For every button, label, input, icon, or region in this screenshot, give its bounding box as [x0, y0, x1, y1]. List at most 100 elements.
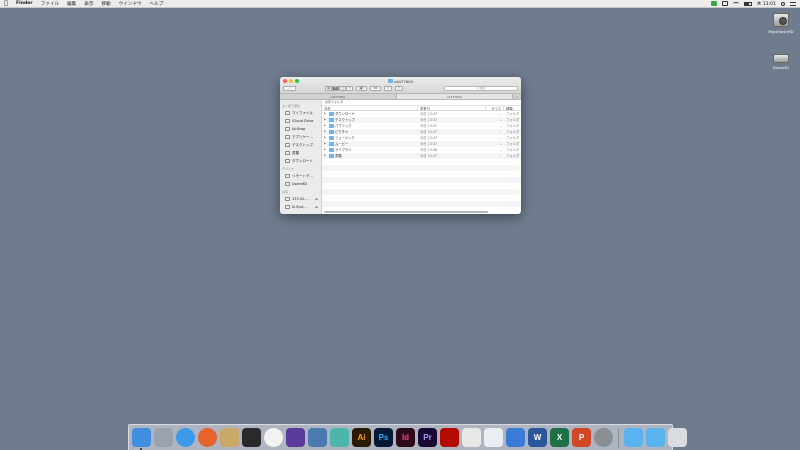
apple-menu-icon[interactable]: : [0, 0, 12, 7]
photos-icon[interactable]: [264, 428, 283, 447]
sidebar-section-shared: 共有: [282, 190, 289, 194]
menu-bar:  Finder ファイル 編集 表示 移動 ウインドウ ヘルプ 木 13:01: [0, 0, 800, 8]
icon-view-button[interactable]: ▦: [325, 85, 332, 91]
server-icon: [285, 197, 290, 201]
documents-icon: [285, 151, 290, 155]
sidebar-item-remote-disc[interactable]: リモートデ…: [280, 172, 321, 180]
menu-help[interactable]: ヘルプ: [146, 1, 168, 7]
desktop-disk-macintoshhd[interactable]: MacintoshHD: [766, 13, 796, 34]
back-forward-buttons[interactable]: ‹ ›: [283, 85, 296, 91]
powerpoint-icon[interactable]: P: [572, 428, 591, 447]
menu-edit[interactable]: 編集: [63, 1, 80, 7]
sidebar-item-airdrop[interactable]: AirDrop: [280, 125, 321, 133]
folder-icon: [328, 154, 334, 158]
coverflow-view-button[interactable]: ▭: [346, 85, 353, 91]
menu-view[interactable]: 表示: [80, 1, 97, 7]
sidebar-item-desktop[interactable]: デスクトップ: [280, 141, 321, 149]
sidebar-item-usershd[interactable]: UsersHD: [280, 180, 321, 188]
eject-icon[interactable]: ⏏: [315, 205, 321, 209]
dock: Ai Ps Id Pr W X P: [128, 424, 687, 450]
table-row[interactable]: ▶ 書類 今日 13:47 -- フォルダ: [322, 153, 521, 159]
sidebar-item-documents[interactable]: 書類: [280, 149, 321, 157]
status-area: 木 13:01: [710, 1, 800, 7]
search-icon: ⚲: [476, 86, 479, 90]
column-name[interactable]: 名前: [322, 106, 418, 110]
tab-1[interactable]: cd477600: [280, 94, 397, 99]
status-app-icon[interactable]: [710, 1, 717, 6]
sidebar-section-favorites: よく使う項目: [282, 104, 301, 108]
sidebar-item-applications[interactable]: アプリケー…: [280, 133, 321, 141]
horizontal-scrollbar[interactable]: [324, 211, 488, 213]
sidebar-item-my-files[interactable]: マイファイル: [280, 109, 321, 117]
firefox-icon[interactable]: [198, 428, 217, 447]
excel-icon[interactable]: X: [550, 428, 569, 447]
list-view-button[interactable]: ☰: [332, 85, 339, 91]
title-bar[interactable]: cd477600 ‹ › ▦ ☰ ◫ ▭ ▦▾ ⚙▾ ⇧ ○ ⚲ 検索: [280, 77, 521, 94]
folder-icon: [328, 112, 334, 116]
window-title-text: cd477600: [394, 78, 413, 84]
menu-app-name[interactable]: Finder: [12, 1, 37, 6]
menu-window[interactable]: ウインドウ: [115, 1, 146, 7]
desktop-icon: [285, 143, 290, 147]
premiere-icon[interactable]: Pr: [418, 428, 437, 447]
keynote-icon[interactable]: [506, 428, 525, 447]
imovie-icon[interactable]: [286, 428, 305, 447]
textedit-icon[interactable]: [462, 428, 481, 447]
toolbar: ‹ › ▦ ☰ ◫ ▭ ▦▾ ⚙▾ ⇧ ○ ⚲ 検索: [283, 85, 518, 91]
column-size[interactable]: サイズ: [486, 106, 504, 110]
new-tab-button[interactable]: +: [513, 94, 521, 99]
menu-file[interactable]: ファイル: [37, 1, 63, 7]
file-size: --: [499, 154, 502, 158]
tag-button[interactable]: ○: [395, 85, 403, 91]
folder-icon: [328, 118, 334, 122]
illustrator-icon[interactable]: Ai: [352, 428, 371, 447]
folder-downloads-icon[interactable]: [646, 428, 665, 447]
notification-center-icon[interactable]: [790, 1, 796, 6]
folder-icon: [328, 148, 334, 152]
window-title: cd477600: [280, 79, 521, 84]
menu-clock[interactable]: 木 13:01: [757, 1, 776, 7]
photoshop-icon[interactable]: Ps: [374, 428, 393, 447]
acrobat-icon[interactable]: [440, 428, 459, 447]
battery-icon[interactable]: [743, 1, 752, 6]
numbers-icon[interactable]: [484, 428, 503, 447]
disclosure-triangle-icon[interactable]: ▶: [324, 153, 327, 159]
spotlight-icon[interactable]: [781, 1, 785, 6]
action-gear-button[interactable]: ⚙▾: [370, 85, 381, 91]
file-name: 書類: [335, 154, 342, 158]
file-rows: ▶ ダウンロード 今日 13:47 -- フォルダ ▶ デスクトップ 今日 13:47 -- フォ…: [322, 111, 521, 159]
search-field[interactable]: ⚲ 検索: [444, 85, 518, 91]
tab-2[interactable]: cd477600: [396, 94, 513, 99]
sidebar-item-shared-server-1[interactable]: 133.41.… ⏏: [280, 195, 321, 203]
sidebar-item-icloud[interactable]: iCloud Drive: [280, 117, 321, 125]
column-date[interactable]: 変更日: [418, 106, 486, 110]
preview-icon[interactable]: [220, 428, 239, 447]
sidebar-item-downloads[interactable]: ダウンロード: [280, 157, 321, 165]
wifi-icon[interactable]: [732, 1, 739, 6]
eject-icon[interactable]: ⏏: [315, 197, 321, 201]
column-kind[interactable]: 種類: [504, 106, 521, 110]
column-view-button[interactable]: ◫: [339, 85, 346, 91]
word-icon[interactable]: W: [528, 428, 547, 447]
arrange-button[interactable]: ▦▾: [356, 85, 367, 91]
desktop-disk-usershd[interactable]: UsersHD: [766, 50, 796, 70]
safari-icon[interactable]: [176, 428, 195, 447]
terminal-icon[interactable]: [242, 428, 261, 447]
quicktime-icon[interactable]: [308, 428, 327, 447]
menu-go[interactable]: 移動: [97, 1, 114, 7]
photo-app-icon[interactable]: [330, 428, 349, 447]
sidebar-item-shared-server-2[interactable]: N-Syst… ⏏: [280, 203, 321, 211]
indesign-icon[interactable]: Id: [396, 428, 415, 447]
finder-icon[interactable]: [132, 428, 151, 450]
folder-applications-icon[interactable]: [624, 428, 643, 447]
launchpad-icon[interactable]: [154, 428, 173, 447]
empty-rows: [322, 159, 521, 207]
trash-icon[interactable]: [668, 428, 687, 447]
file-date: 今日 13:47: [420, 154, 438, 158]
downloads-icon: [285, 159, 290, 163]
share-button[interactable]: ⇧: [384, 85, 392, 91]
folder-icon: [328, 124, 334, 128]
display-icon[interactable]: [721, 1, 728, 6]
system-preferences-icon[interactable]: [594, 428, 613, 447]
file-kind: フォルダ: [506, 154, 520, 158]
